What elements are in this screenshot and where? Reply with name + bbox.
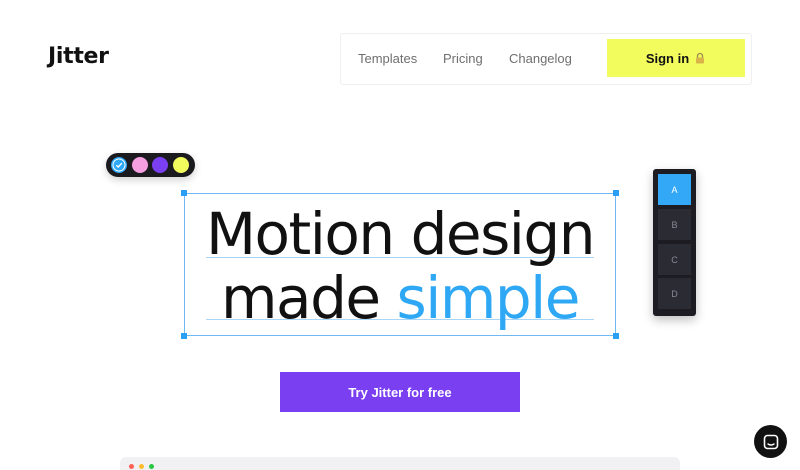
color-swatch-picker [106, 153, 195, 177]
swatch-blue[interactable] [111, 157, 127, 173]
chat-icon [763, 434, 778, 449]
swatch-pink[interactable] [132, 157, 148, 173]
nav-link-pricing[interactable]: Pricing [443, 51, 483, 66]
sign-in-button[interactable]: Sign in [607, 39, 745, 77]
layers-panel: A B C D [653, 169, 696, 316]
nav-link-changelog[interactable]: Changelog [509, 51, 572, 66]
headline-line-2: made simple [184, 266, 616, 330]
chat-launcher-button[interactable] [754, 425, 787, 458]
headline-plain-word: made [221, 264, 381, 332]
layer-item-a[interactable]: A [658, 174, 691, 205]
layer-item-b[interactable]: B [658, 209, 691, 240]
check-icon [112, 158, 126, 172]
window-close-dot [129, 464, 134, 469]
swatch-purple[interactable] [152, 157, 168, 173]
nav-link-templates[interactable]: Templates [358, 51, 417, 66]
window-maximize-dot [149, 464, 154, 469]
jitter-logo[interactable]: Jitter [48, 44, 109, 69]
resize-handle-top-left[interactable] [181, 190, 187, 196]
try-jitter-button[interactable]: Try Jitter for free [280, 372, 520, 412]
window-minimize-dot [139, 464, 144, 469]
resize-handle-bottom-right[interactable] [613, 333, 619, 339]
layer-item-c[interactable]: C [658, 244, 691, 275]
hero-headline: Motion design made simple [184, 202, 616, 330]
swatch-yellow[interactable] [173, 157, 189, 173]
resize-handle-bottom-left[interactable] [181, 333, 187, 339]
layer-item-d[interactable]: D [658, 278, 691, 309]
headline-line-1: Motion design [206, 200, 595, 268]
app-preview-window [120, 457, 680, 470]
resize-handle-top-right[interactable] [613, 190, 619, 196]
sign-in-label: Sign in [645, 50, 690, 66]
headline-accent-word: simple [396, 264, 581, 332]
lock-icon [694, 52, 706, 64]
